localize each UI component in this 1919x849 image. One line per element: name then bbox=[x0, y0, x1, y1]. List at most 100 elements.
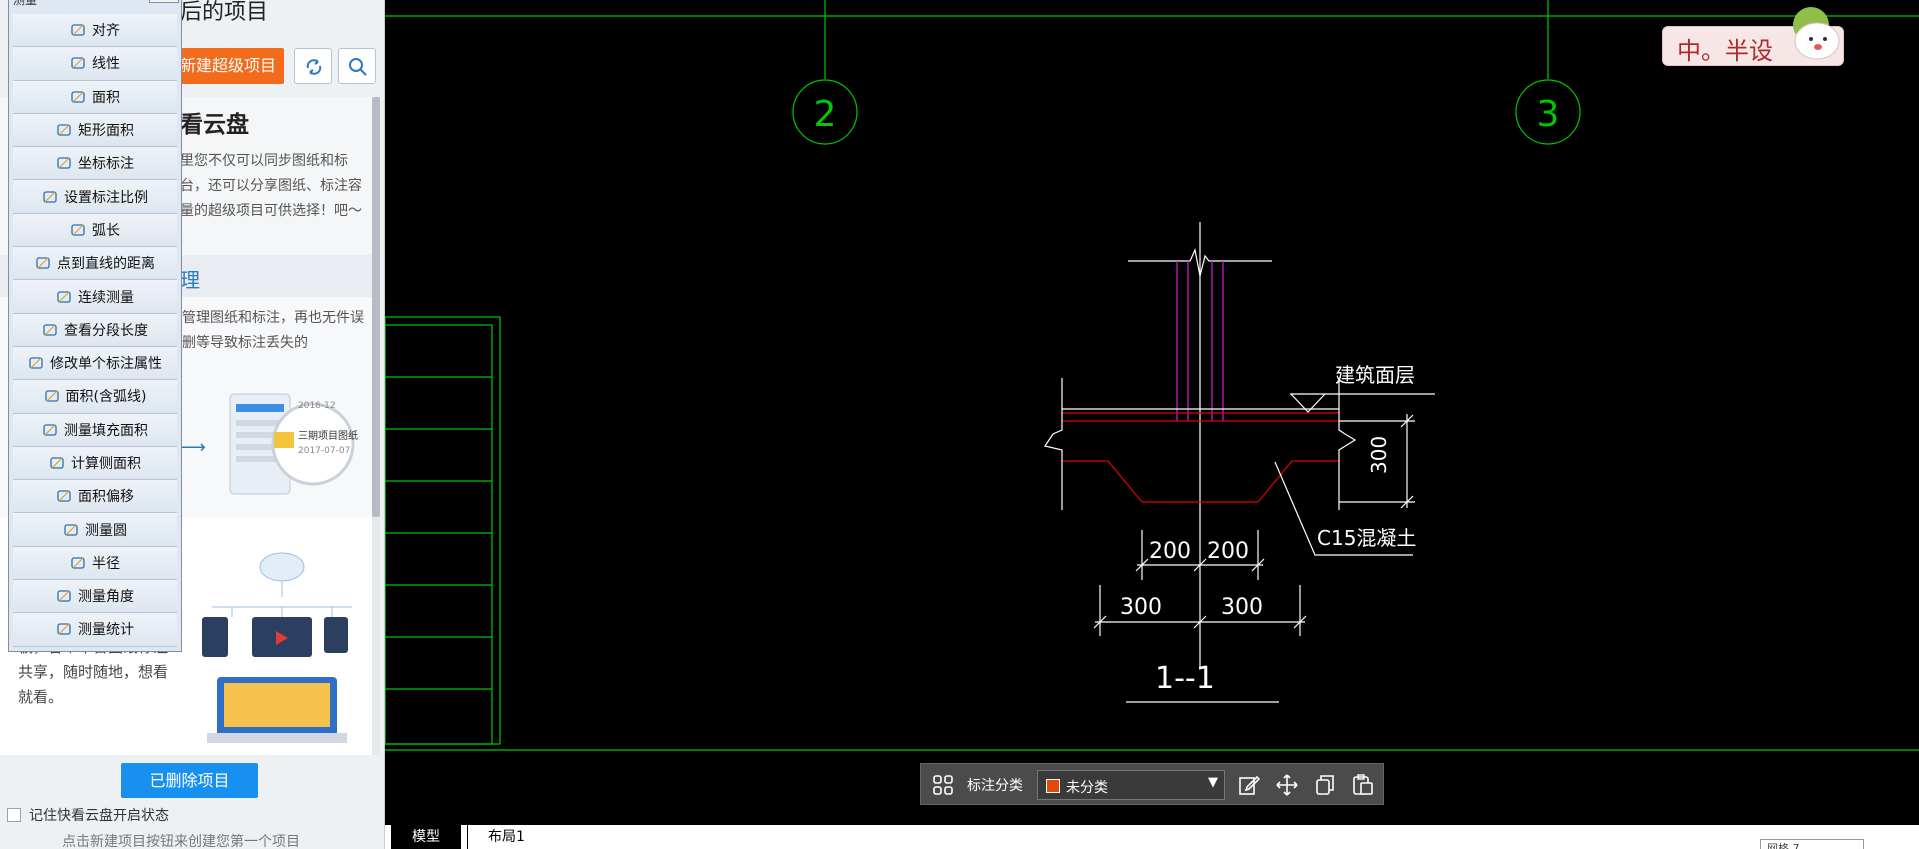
measure-menu-list: 对齐 线性 面积矩形面积坐标标注设置标注比例 弧长点到直线的距离 连续测量查看分段长度修… bbox=[13, 14, 177, 647]
remember-cloud-checkbox[interactable] bbox=[7, 808, 21, 822]
create-project-hint: 点击新建项目按钮来创建您第一个项目 bbox=[62, 834, 300, 849]
menu-item-label: 修改单个标注属性 bbox=[50, 356, 162, 373]
menu-item[interactable]: 线性 bbox=[13, 47, 177, 81]
deleted-projects-button[interactable]: 已删除项目 bbox=[121, 763, 258, 798]
menu-item-label: 查看分段长度 bbox=[64, 322, 148, 339]
manage-text: 管理图纸和标注，再也无件误删等导致标注丢失的 bbox=[182, 310, 364, 351]
stair-block bbox=[385, 316, 501, 745]
category-color-swatch bbox=[1046, 779, 1060, 793]
grid-view-icon[interactable] bbox=[931, 773, 955, 797]
measure-menu: 测量 ✕ 对齐线性面积矩形面积坐标标注设置标注比例弧长点到直线的距离连续测量查看… bbox=[8, 0, 182, 652]
linear-icon bbox=[71, 57, 85, 70]
tab-model[interactable]: 模型 bbox=[391, 825, 461, 849]
cad-drawing[interactable]: 2 3 建筑面层 300 C15混凝土 200 200 300 300 1--1 bbox=[385, 0, 1919, 849]
menu-item[interactable]: 测量圆 bbox=[13, 513, 177, 547]
sync-icon bbox=[306, 59, 322, 75]
menu-item[interactable]: 测量填充面积 bbox=[13, 413, 177, 447]
new-super-project-button[interactable]: 新建超级项目 bbox=[176, 48, 284, 84]
device-folder-label: 三期项目图纸 bbox=[298, 429, 358, 442]
search-icon bbox=[349, 58, 367, 76]
panel-scrollbar-thumb[interactable] bbox=[372, 97, 380, 517]
move-icon[interactable] bbox=[1275, 773, 1299, 797]
menu-item-label: 测量填充面积 bbox=[64, 422, 148, 439]
category-label: 标注分类 bbox=[967, 778, 1023, 794]
break-line-right bbox=[1338, 378, 1357, 510]
device-date-label-top: 2016-12 bbox=[298, 401, 336, 411]
dim-200-right: 200 bbox=[1207, 539, 1249, 564]
point-line-distance-icon bbox=[36, 257, 50, 269]
circle-icon bbox=[64, 523, 78, 536]
menu-item[interactable]: 半径 bbox=[13, 546, 177, 581]
dim-300-left: 300 bbox=[1120, 595, 1162, 620]
menu-item[interactable]: 面积(含弧线) bbox=[13, 380, 177, 414]
category-value: 未分类 bbox=[1066, 780, 1108, 796]
scale-icon bbox=[43, 190, 57, 203]
tab-layout1[interactable]: 布局1 bbox=[467, 825, 545, 849]
break-line-left bbox=[1044, 378, 1063, 510]
coordinate-icon bbox=[57, 157, 71, 169]
area-offset-icon bbox=[57, 490, 71, 502]
panel-title: 后的项目 bbox=[180, 0, 269, 25]
align-icon bbox=[71, 24, 85, 36]
menu-item[interactable]: 测量角度 bbox=[13, 580, 177, 614]
menu-item[interactable]: 面积 bbox=[13, 80, 177, 114]
sticker-logo: 中。半设 bbox=[1662, 7, 1844, 66]
drawing-canvas[interactable]: 2 3 建筑面层 300 C15混凝土 200 200 300 300 1--1 bbox=[385, 0, 1919, 849]
menu-item-label: 测量圆 bbox=[85, 522, 127, 539]
menu-item[interactable]: 矩形面积 bbox=[13, 113, 177, 148]
menu-item-label: 矩形面积 bbox=[78, 123, 134, 140]
menu-item[interactable]: 修改单个标注属性 bbox=[13, 346, 177, 381]
section-label: 1--1 bbox=[1155, 661, 1215, 696]
menu-item-label: 连续测量 bbox=[78, 289, 134, 306]
radius-icon bbox=[71, 557, 85, 569]
statistics-icon bbox=[57, 623, 71, 636]
menu-item[interactable]: 坐标标注 bbox=[13, 147, 177, 181]
edit-icon[interactable] bbox=[1237, 773, 1261, 797]
menu-item[interactable]: 弧长 bbox=[13, 213, 177, 248]
menu-item-label: 面积偏移 bbox=[78, 489, 134, 506]
fill-area-icon bbox=[43, 424, 57, 436]
remember-cloud-label: 记住快看云盘开启状态 bbox=[29, 808, 169, 824]
search-button[interactable] bbox=[338, 48, 376, 84]
menu-item[interactable]: 查看分段长度 bbox=[13, 313, 177, 347]
menu-item-label: 面积(含弧线) bbox=[65, 389, 147, 406]
area-icon bbox=[71, 91, 85, 103]
menu-item-label: 设置标注比例 bbox=[64, 189, 148, 206]
layout-tabs: 模型 布局1 bbox=[385, 825, 1919, 849]
sync-button[interactable] bbox=[294, 48, 332, 84]
menu-item[interactable]: 测量统计 bbox=[13, 613, 177, 647]
dim-300-right: 300 bbox=[1221, 595, 1263, 620]
side-area-icon bbox=[50, 457, 64, 469]
menu-item[interactable]: 面积偏移 bbox=[13, 480, 177, 514]
menu-item-label: 计算侧面积 bbox=[71, 456, 141, 472]
menu-item[interactable]: 对齐 bbox=[13, 14, 177, 48]
menu-item-label: 点到直线的距离 bbox=[57, 256, 155, 273]
menu-item[interactable]: 计算侧面积 bbox=[13, 446, 177, 481]
continuous-measure-icon bbox=[57, 290, 71, 303]
category-select[interactable]: 未分类 ▼ bbox=[1037, 770, 1225, 800]
menu-item-label: 半径 bbox=[92, 555, 120, 572]
grid-label-3: 3 bbox=[1537, 94, 1560, 135]
arrow-icon: ⟶ bbox=[180, 437, 206, 458]
edit-annotation-icon bbox=[29, 357, 43, 369]
close-icon[interactable]: ✕ bbox=[149, 0, 179, 3]
manage-heading: 理 bbox=[180, 268, 200, 292]
segment-length-icon bbox=[43, 324, 57, 336]
menu-item[interactable]: 点到直线的距离 bbox=[13, 247, 177, 281]
device-illustration-icon: 三期项目图纸 2017-07-07 2016-12 bbox=[229, 393, 358, 495]
sticker-text: 中。半设 bbox=[1677, 37, 1773, 65]
paste-icon[interactable] bbox=[1351, 773, 1375, 797]
rect-area-icon bbox=[57, 124, 71, 136]
chevron-down-icon: ▼ bbox=[1208, 775, 1218, 790]
menu-item-label: 弧长 bbox=[92, 222, 120, 239]
cloud-heading: 看云盘 bbox=[180, 112, 249, 138]
angle-icon bbox=[57, 590, 71, 602]
menu-item[interactable]: 设置标注比例 bbox=[13, 180, 177, 214]
menu-item-label: 测量统计 bbox=[78, 622, 134, 639]
menu-item[interactable]: 连续测量 bbox=[13, 280, 177, 314]
grid-label-2: 2 bbox=[814, 94, 837, 135]
annotation-toolbar: 标注分类 未分类 ▼ bbox=[920, 763, 1384, 805]
copy-icon[interactable] bbox=[1313, 773, 1337, 797]
cat-icon bbox=[1793, 7, 1840, 60]
stair-steps bbox=[385, 376, 492, 690]
